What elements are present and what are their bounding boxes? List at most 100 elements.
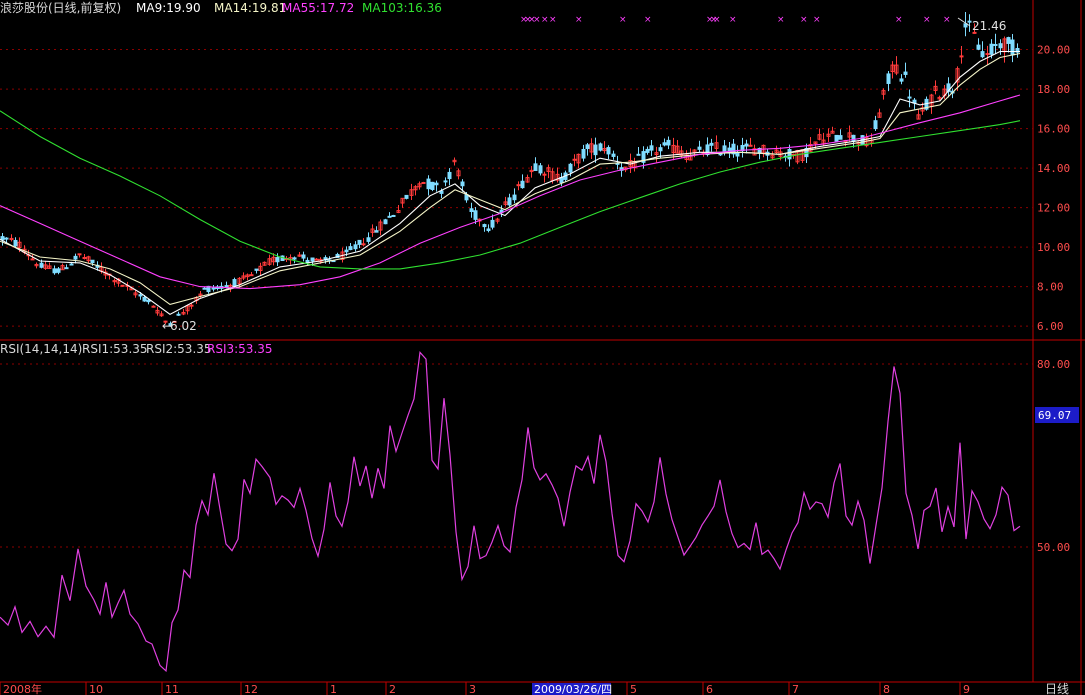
candle-body[interactable] <box>357 239 362 245</box>
event-marker[interactable]: × <box>541 15 549 25</box>
candle-body[interactable] <box>581 149 586 159</box>
candle-body[interactable] <box>834 134 839 142</box>
candle-body[interactable] <box>275 257 280 263</box>
candle-body[interactable] <box>361 243 366 246</box>
event-marker[interactable]: × <box>575 15 583 25</box>
candle-body[interactable] <box>649 145 654 151</box>
candle-body[interactable] <box>985 53 990 56</box>
candlesticks[interactable] <box>0 11 1020 327</box>
candle-body[interactable] <box>211 287 216 290</box>
candle-body[interactable] <box>636 153 641 156</box>
candle-body[interactable] <box>391 214 396 217</box>
candle-body[interactable] <box>374 230 379 233</box>
candle-body[interactable] <box>1010 39 1015 56</box>
candle-body[interactable] <box>387 215 392 218</box>
candle-body[interactable] <box>512 194 517 201</box>
candle-body[interactable] <box>666 139 671 146</box>
candle-body[interactable] <box>606 147 611 155</box>
candle-body[interactable] <box>473 210 478 220</box>
event-marker[interactable]: × <box>619 15 627 25</box>
candle-body[interactable] <box>202 287 207 290</box>
candle-body[interactable] <box>490 219 495 228</box>
event-marker[interactable]: × <box>713 15 721 25</box>
candle-body[interactable] <box>151 305 156 308</box>
candle-body[interactable] <box>404 194 409 199</box>
candle-body[interactable] <box>486 228 491 232</box>
candle-body[interactable] <box>353 244 358 250</box>
candle-body[interactable] <box>697 146 702 150</box>
candle-body[interactable] <box>310 257 315 262</box>
candle-body[interactable] <box>30 258 35 261</box>
candle-body[interactable] <box>482 224 487 228</box>
candle-body[interactable] <box>993 43 998 46</box>
candle-body[interactable] <box>568 163 573 173</box>
candle-body[interactable] <box>873 120 878 130</box>
event-marker[interactable]: × <box>813 15 821 25</box>
candle-body[interactable] <box>989 43 994 55</box>
candle-body[interactable] <box>142 296 147 302</box>
candle-body[interactable] <box>959 55 964 58</box>
candle-body[interactable] <box>460 181 465 187</box>
event-markers[interactable]: ×××× × × × × × ××× × × × × × × × <box>520 15 951 25</box>
candle-body[interactable] <box>366 237 371 242</box>
candle-body[interactable] <box>4 237 9 240</box>
candle-body[interactable] <box>735 152 740 157</box>
candle-body[interactable] <box>249 274 254 277</box>
candle-body[interactable] <box>1006 37 1011 44</box>
candle-body[interactable] <box>585 144 590 149</box>
candle-body[interactable] <box>39 262 44 268</box>
candle-body[interactable] <box>90 259 95 264</box>
candle-body[interactable] <box>426 178 431 190</box>
candle-body[interactable] <box>73 255 78 260</box>
candle-body[interactable] <box>77 253 82 256</box>
candle-body[interactable] <box>542 173 547 176</box>
candle-body[interactable] <box>709 142 714 146</box>
candle-body[interactable] <box>348 246 353 251</box>
candle-body[interactable] <box>907 96 912 99</box>
event-marker[interactable]: × <box>800 15 808 25</box>
candle-body[interactable] <box>903 71 908 75</box>
candle-body[interactable] <box>598 143 603 151</box>
candle-body[interactable] <box>430 181 435 190</box>
candle-body[interactable] <box>421 181 426 184</box>
event-marker[interactable]: × <box>644 15 652 25</box>
candle-body[interactable] <box>572 158 577 161</box>
candle-body[interactable] <box>13 239 18 247</box>
candle-body[interactable] <box>611 153 616 157</box>
candle-body[interactable] <box>533 163 538 171</box>
candle-body[interactable] <box>507 197 512 206</box>
candle-body[interactable] <box>82 256 87 259</box>
candle-body[interactable] <box>516 184 521 187</box>
candle-body[interactable] <box>838 135 843 140</box>
event-marker[interactable]: × <box>533 15 541 25</box>
candle-body[interactable] <box>538 165 543 174</box>
candle-body[interactable] <box>899 78 904 82</box>
candle-body[interactable] <box>52 268 57 274</box>
candle-body[interactable] <box>469 208 474 213</box>
candle-body[interactable] <box>980 51 985 58</box>
event-marker[interactable]: × <box>549 15 557 25</box>
event-marker[interactable]: × <box>895 15 903 25</box>
candle-body[interactable] <box>447 171 452 180</box>
candle-body[interactable] <box>189 304 194 307</box>
candle-body[interactable] <box>146 299 151 303</box>
candle-body[interactable] <box>56 268 61 273</box>
candle-body[interactable] <box>886 73 891 84</box>
candle-body[interactable] <box>224 285 229 288</box>
candle-body[interactable] <box>976 44 981 50</box>
candle-body[interactable] <box>138 294 143 297</box>
candle-body[interactable] <box>593 144 598 156</box>
candle-body[interactable] <box>120 284 125 287</box>
candle-body[interactable] <box>344 249 349 253</box>
candle-body[interactable] <box>232 279 237 287</box>
candle-body[interactable] <box>645 148 650 153</box>
candle-body[interactable] <box>787 149 792 160</box>
candle-body[interactable] <box>254 268 259 271</box>
event-marker[interactable]: × <box>729 15 737 25</box>
candle-body[interactable] <box>69 263 74 266</box>
candle-body[interactable] <box>0 236 5 241</box>
candle-body[interactable] <box>520 180 525 189</box>
candle-body[interactable] <box>292 257 297 260</box>
candle-body[interactable] <box>967 20 972 23</box>
candle-body[interactable] <box>301 254 306 259</box>
